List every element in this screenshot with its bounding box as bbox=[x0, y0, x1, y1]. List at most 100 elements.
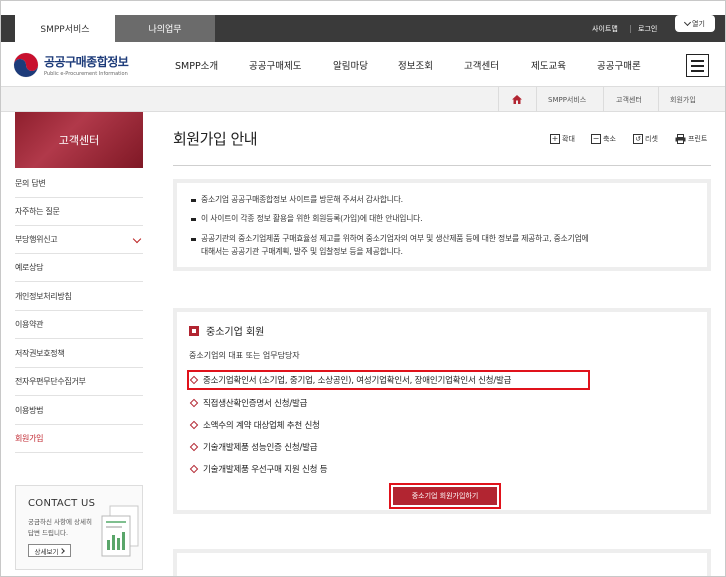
chevron-down-icon bbox=[684, 18, 692, 26]
member-title-text: 중소기업 회원 bbox=[206, 327, 265, 338]
sidebar-item-email-policy[interactable]: 전자우편무단수집거부 bbox=[15, 368, 143, 396]
intro-text: 중소기업 공공구매종합정보 사이트를 방문해 주셔서 감사합니다. bbox=[201, 195, 403, 204]
list-item-text: 직접생산확인증명서 신청/발급 bbox=[203, 399, 308, 409]
open-button[interactable]: 열기 bbox=[675, 15, 715, 32]
sidebar-item-faq[interactable]: 자주하는 질문 bbox=[15, 198, 143, 226]
divider bbox=[536, 87, 537, 112]
list-item: 기술개발제품 우선구매 지원 신청 등 bbox=[189, 463, 328, 475]
sidebar-item-label: 이용약관 bbox=[15, 320, 44, 329]
tab-my-work[interactable]: 나의업무 bbox=[115, 15, 215, 42]
login-link[interactable]: 로그인 bbox=[638, 15, 657, 42]
sidebar-item-signup[interactable]: 회원가입 bbox=[15, 425, 143, 453]
open-button-label: 열기 bbox=[692, 19, 705, 28]
taegeuk-logo-icon bbox=[13, 52, 39, 78]
contact-title: CONTACT US bbox=[28, 498, 96, 509]
diamond-bullet-icon bbox=[189, 398, 199, 408]
divider bbox=[603, 87, 604, 112]
intro-item: 중소기업 공공구매종합정보 사이트를 방문해 주셔서 감사합니다. bbox=[191, 193, 403, 206]
sme-join-button[interactable]: 중소기업 회원가입하기 bbox=[393, 487, 497, 505]
reset-icon: ↺ bbox=[633, 134, 643, 144]
breadcrumb-signup[interactable]: 회원가입 bbox=[670, 87, 696, 112]
tab-smpp-service[interactable]: SMPP서비스 bbox=[15, 15, 115, 42]
breadcrumb-customer-center[interactable]: 고객센터 bbox=[616, 87, 642, 112]
hamburger-menu-icon[interactable] bbox=[686, 54, 709, 77]
list-item-text: 기술개발제품 우선구매 지원 신청 등 bbox=[203, 465, 328, 475]
sidebar-item-label: 회원가입 bbox=[15, 434, 44, 443]
chevron-down-icon bbox=[132, 234, 142, 244]
home-icon[interactable] bbox=[512, 95, 522, 104]
sitemap-link[interactable]: 사이트맵 bbox=[592, 15, 618, 42]
bullet-icon bbox=[191, 237, 196, 241]
sidebar-item-label: 저작권보호정책 bbox=[15, 349, 65, 358]
sidebar-item-label: 자주하는 질문 bbox=[15, 207, 60, 216]
intro-box: 중소기업 공공구매종합정보 사이트를 방문해 주셔서 감사합니다. 이 사이트이… bbox=[173, 179, 711, 271]
contact-desc-line: 궁금하신 사항에 상세히 bbox=[28, 518, 92, 526]
nav-procurement-loan[interactable]: 공공구매론 bbox=[597, 42, 641, 87]
member-section-title: 중소기업 회원 bbox=[189, 323, 264, 338]
contact-detail-button[interactable]: 상세보기 bbox=[28, 544, 71, 557]
list-item-text: 소액수의 계약 대상업체 추천 신청 bbox=[203, 421, 320, 431]
reset-button[interactable]: ↺ 리셋 bbox=[633, 134, 658, 144]
square-bullet-icon bbox=[189, 325, 199, 336]
sidebar-item-label: 전자우편무단수집거부 bbox=[15, 377, 86, 386]
site-logo[interactable]: 공공구매종합정보 Public e-Procurement Informatio… bbox=[13, 52, 129, 78]
sidebar-item-terms[interactable]: 이용약관 bbox=[15, 311, 143, 339]
list-item: 기술개발제품 성능인증 신청/발급 bbox=[189, 441, 318, 453]
reset-label: 리셋 bbox=[645, 135, 658, 143]
site-header: 공공구매종합정보 Public e-Procurement Informatio… bbox=[1, 42, 725, 87]
nav-education[interactable]: 제도교육 bbox=[531, 42, 566, 87]
plus-icon: + bbox=[550, 134, 560, 144]
nav-notice[interactable]: 알림마당 bbox=[333, 42, 368, 87]
sidebar-item-privacy[interactable]: 개인정보처리방침 bbox=[15, 283, 143, 311]
sidebar-item-label: 부당행위신고 bbox=[15, 235, 58, 244]
page-title: 회원가입 안내 bbox=[173, 130, 258, 148]
sidebar-item-copyright[interactable]: 저작권보호정책 bbox=[15, 340, 143, 368]
list-item-text: 중소기업확인서 (소기업, 중기업, 소상공인), 여성기업확인서, 장애인기업… bbox=[203, 376, 512, 386]
nav-procurement-system[interactable]: 공공구매제도 bbox=[249, 42, 301, 87]
zoom-in-button[interactable]: + 확대 bbox=[550, 134, 575, 144]
print-button[interactable]: 프린트 bbox=[675, 134, 707, 144]
sidebar-item-label: 문의 답변 bbox=[15, 179, 46, 188]
document-chart-icon bbox=[101, 505, 139, 557]
diamond-bullet-icon bbox=[189, 420, 199, 430]
breadcrumb-smpp-service[interactable]: SMPP서비스 bbox=[548, 87, 586, 112]
contact-description: 궁금하신 사항에 상세히 답변 드립니다. bbox=[28, 517, 92, 539]
contact-desc-line: 답변 드립니다. bbox=[28, 529, 69, 537]
diamond-bullet-icon bbox=[189, 375, 199, 385]
chevron-right-icon bbox=[59, 547, 66, 554]
list-item: 소액수의 계약 대상업체 추천 신청 bbox=[189, 419, 320, 431]
sidebar-item-report[interactable]: 부당행위신고 bbox=[15, 226, 143, 254]
intro-item: 이 사이트이 각종 정보 활용을 위한 회원등록(가입)에 대한 안내입니다. bbox=[191, 212, 423, 225]
print-label: 프린트 bbox=[688, 135, 708, 143]
intro-text: 이 사이트이 각종 정보 활용을 위한 회원등록(가입)에 대한 안내입니다. bbox=[201, 214, 423, 223]
divider bbox=[498, 87, 499, 112]
divider bbox=[658, 87, 659, 112]
zoom-in-label: 확대 bbox=[562, 135, 575, 143]
diamond-bullet-icon bbox=[189, 442, 199, 452]
sidebar-item-usage[interactable]: 이용방법 bbox=[15, 397, 143, 425]
sidebar-item-label: 이용방법 bbox=[15, 406, 44, 415]
sme-member-box: 중소기업 회원 중소기업의 대표 또는 업무담당자 중소기업확인서 (소기업, … bbox=[173, 308, 711, 514]
printer-icon bbox=[675, 134, 686, 144]
bullet-icon bbox=[191, 198, 196, 202]
nav-smpp-intro[interactable]: SMPP소개 bbox=[175, 42, 218, 87]
logo-title: 공공구매종합정보 bbox=[44, 55, 129, 69]
minus-icon: − bbox=[591, 134, 601, 144]
intro-text: 공공기관의 중소기업제품 구매효율성 제고를 위하여 중소기업자의 여부 및 생… bbox=[201, 234, 589, 243]
nav-customer-center[interactable]: 고객센터 bbox=[464, 42, 499, 87]
sidebar-banner: 고객센터 bbox=[15, 112, 143, 168]
zoom-out-button[interactable]: − 축소 bbox=[591, 134, 616, 144]
intro-item: 공공기관의 중소기업제품 구매효율성 제고를 위하여 중소기업자의 여부 및 생… bbox=[191, 232, 589, 245]
intro-item-continued: 대해서는 공공기관 구매계획, 발주 및 입찰정보 등을 제공합니다. bbox=[201, 247, 403, 256]
sidebar-item-label: 개인정보처리방침 bbox=[15, 292, 72, 301]
logo-subtitle: Public e-Procurement Information bbox=[44, 71, 128, 77]
member-subtitle: 중소기업의 대표 또는 업무담당자 bbox=[189, 351, 300, 360]
sidebar-item-consult[interactable]: 예로상담 bbox=[15, 254, 143, 282]
divider bbox=[173, 165, 711, 166]
zoom-out-label: 축소 bbox=[603, 135, 616, 143]
nav-info-search[interactable]: 정보조회 bbox=[398, 42, 433, 87]
top-bar: SMPP서비스 나의업무 사이트맵 로그인 열기 bbox=[1, 15, 725, 42]
contact-detail-label: 상세보기 bbox=[34, 547, 59, 556]
sidebar-item-inquiry[interactable]: 문의 답변 bbox=[15, 170, 143, 198]
contact-us-box: CONTACT US 궁금하신 사항에 상세히 답변 드립니다. 상세보기 bbox=[15, 485, 143, 570]
